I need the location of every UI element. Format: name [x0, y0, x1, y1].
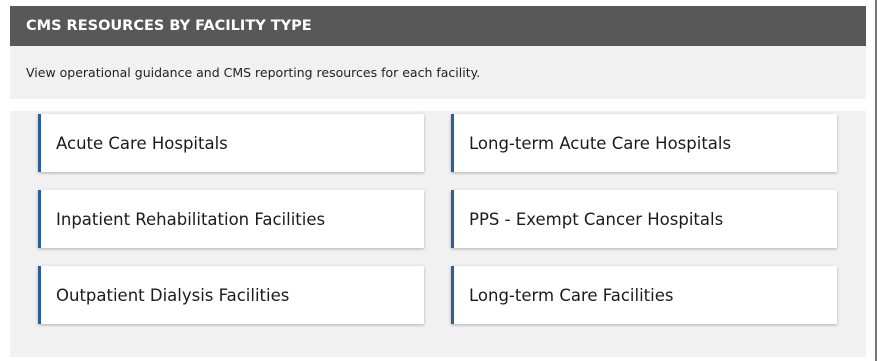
section-header: CMS RESOURCES BY FACILITY TYPE	[10, 6, 866, 46]
facility-card-label: PPS - Exempt Cancer Hospitals	[469, 209, 724, 229]
facility-card-long-term-acute-care-hospitals[interactable]: Long-term Acute Care Hospitals	[451, 114, 837, 172]
facility-card-long-term-care-facilities[interactable]: Long-term Care Facilities	[451, 266, 837, 324]
facility-card-pps-exempt-cancer-hospitals[interactable]: PPS - Exempt Cancer Hospitals	[451, 190, 837, 248]
facility-card-label: Acute Care Hospitals	[56, 133, 228, 153]
facility-card-inpatient-rehabilitation-facilities[interactable]: Inpatient Rehabilitation Facilities	[38, 190, 424, 248]
section-description-box: View operational guidance and CMS report…	[10, 46, 866, 99]
facility-card-label: Outpatient Dialysis Facilities	[56, 285, 290, 305]
facility-card-acute-care-hospitals[interactable]: Acute Care Hospitals	[38, 114, 424, 172]
facility-card-label: Long-term Care Facilities	[469, 285, 674, 305]
cms-resources-panel: CMS RESOURCES BY FACILITY TYPE View oper…	[10, 6, 866, 357]
facility-card-label: Long-term Acute Care Hospitals	[469, 133, 732, 153]
facility-card-label: Inpatient Rehabilitation Facilities	[56, 209, 326, 229]
section-description: View operational guidance and CMS report…	[26, 65, 481, 80]
facility-card-outpatient-dialysis-facilities[interactable]: Outpatient Dialysis Facilities	[38, 266, 424, 324]
spacer	[10, 99, 866, 111]
section-title: CMS RESOURCES BY FACILITY TYPE	[26, 18, 312, 34]
facility-card-grid: Acute Care Hospitals Long-term Acute Car…	[10, 111, 866, 357]
